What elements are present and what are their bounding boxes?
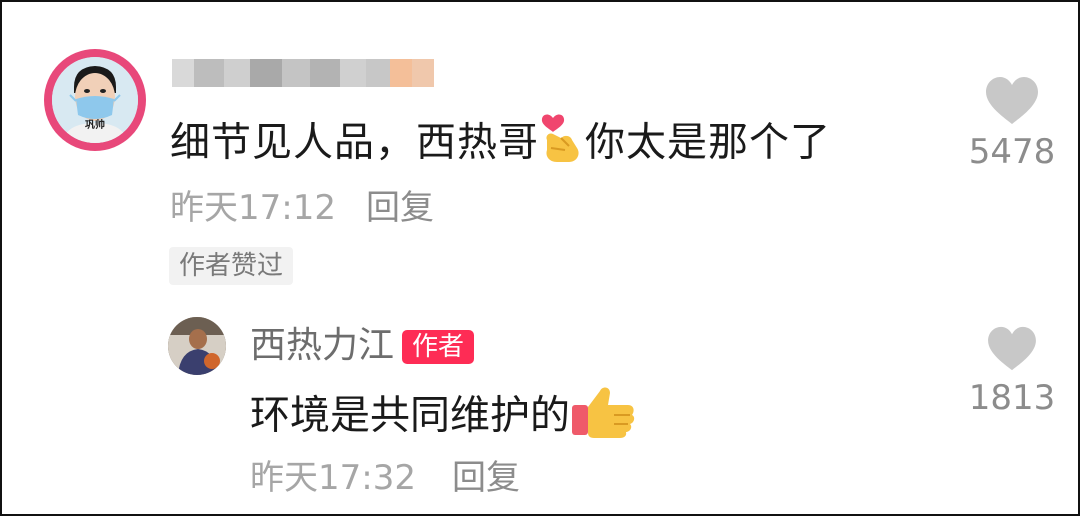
author-liked-badge: 作者赞过 bbox=[169, 247, 294, 285]
reply-avatar[interactable] bbox=[168, 317, 226, 375]
reply-like-button[interactable]: 1813 bbox=[962, 326, 1062, 418]
heart-icon bbox=[988, 326, 1036, 371]
username-blurred[interactable] bbox=[172, 55, 434, 91]
reply-username[interactable]: 西热力江 bbox=[250, 324, 394, 368]
reply-text: 环境是共同维护的 bbox=[250, 383, 636, 452]
avatar-tag: 巩帅 bbox=[85, 120, 105, 131]
reply-timestamp: 昨天17:32 bbox=[250, 458, 416, 498]
thumbs-up-icon bbox=[570, 383, 636, 452]
avatar-image: 巩帅 bbox=[52, 57, 138, 143]
heart-icon bbox=[986, 77, 1038, 124]
author-badge: 作者 bbox=[402, 330, 475, 364]
like-button[interactable]: 5478 bbox=[962, 76, 1062, 172]
reply-reply-button[interactable]: 回复 bbox=[452, 458, 520, 498]
finger-heart-icon bbox=[539, 112, 585, 177]
avatar[interactable]: 巩帅 bbox=[44, 49, 146, 151]
reply-like-count: 1813 bbox=[968, 378, 1056, 418]
comment-text-part2: 你太是那个了 bbox=[585, 119, 831, 166]
reply-text-content: 环境是共同维护的 bbox=[250, 392, 570, 439]
comment-text-part1: 细节见人品，西热哥 bbox=[170, 119, 539, 166]
comment-text: 细节见人品，西热哥 你太是那个了 bbox=[170, 112, 831, 177]
reply-button[interactable]: 回复 bbox=[366, 188, 434, 228]
like-count: 5478 bbox=[968, 132, 1056, 172]
comment-timestamp: 昨天17:12 bbox=[170, 188, 336, 228]
